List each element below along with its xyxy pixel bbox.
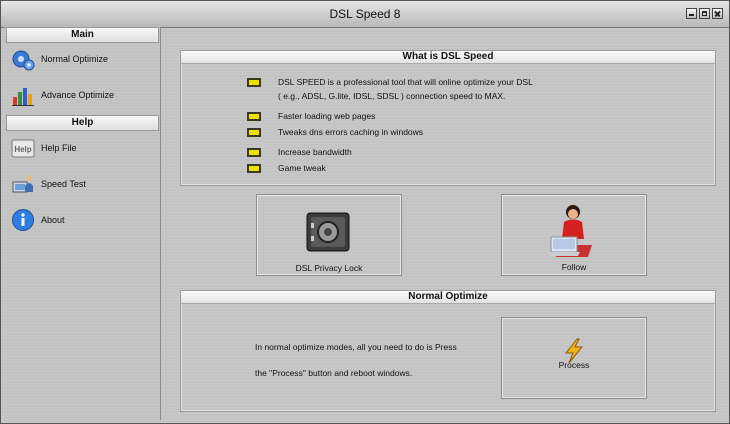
what-is-panel: What is DSL Speed DSL SPEED is a profess…	[180, 50, 716, 186]
gears-icon	[12, 50, 35, 71]
intro-line-2: ( e.g., ADSL, G.lite, IDSL, SDSL ) conne…	[278, 91, 506, 101]
close-button[interactable]	[712, 8, 723, 19]
feature-item: Tweaks dns errors caching in windows	[247, 125, 423, 139]
help-book-icon: Help	[11, 139, 35, 158]
bullet-icon	[247, 78, 261, 87]
feature-text: Tweaks dns errors caching in windows	[278, 127, 424, 137]
follow-label: Follow	[561, 262, 587, 272]
window-title: DSL Speed 8	[329, 7, 401, 21]
window-controls	[686, 8, 723, 19]
svg-text:Help: Help	[14, 145, 31, 154]
sidebar-section-main: Main	[6, 27, 159, 43]
info-icon	[12, 209, 34, 231]
sidebar-item-normal-optimize[interactable]: Normal Optimize	[11, 45, 108, 73]
process-button[interactable]: Process	[501, 317, 647, 399]
sidebar-item-label: Advance Optimize	[41, 90, 115, 100]
sidebar-item-help-file[interactable]: Help Help File	[11, 134, 77, 162]
bar-chart-icon	[12, 88, 34, 106]
safe-icon	[306, 212, 350, 252]
bullet-icon	[247, 147, 261, 157]
feature-text: Increase bandwidth	[278, 147, 352, 157]
title-bar[interactable]: DSL Speed 8	[1, 1, 729, 28]
sidebar-item-advance-optimize[interactable]: Advance Optimize	[11, 81, 114, 109]
what-is-header: What is DSL Speed	[181, 51, 715, 64]
sidebar-item-label: Normal Optimize	[41, 54, 109, 64]
sidebar-item-label: Help File	[41, 143, 77, 153]
sidebar-item-label: Speed Test	[41, 179, 86, 189]
feature-text: Game tweak	[278, 163, 326, 173]
intro-text: DSL SPEED is a professional tool that wi…	[278, 75, 533, 103]
computer-user-icon	[12, 175, 33, 193]
bullet-icon	[247, 163, 261, 173]
normal-optimize-header: Normal Optimize	[181, 291, 715, 304]
minimize-button[interactable]	[686, 8, 697, 19]
sidebar-item-label: About	[41, 215, 65, 225]
normal-optimize-panel: Normal Optimize In normal optimize modes…	[180, 290, 716, 412]
privacy-lock-button[interactable]: DSL Privacy Lock	[256, 194, 402, 276]
privacy-lock-label: DSL Privacy Lock	[295, 263, 363, 273]
bullet-icon	[247, 111, 261, 121]
woman-laptop-icon	[548, 205, 592, 257]
description-line-2: the "Process" button and reboot windows.	[255, 368, 413, 378]
feature-text: Faster loading web pages	[278, 111, 376, 121]
process-label: Process	[558, 360, 590, 370]
sidebar: Main Normal Optimize Advance Optimize He…	[5, 27, 161, 420]
intro-line-1: DSL SPEED is a professional tool that wi…	[278, 77, 533, 87]
intro-item: DSL SPEED is a professional tool that wi…	[247, 75, 533, 103]
maximize-button[interactable]	[699, 8, 710, 19]
feature-item: Game tweak	[247, 161, 326, 175]
app-window: DSL Speed 8 Main Normal Optimize Advance…	[0, 0, 730, 424]
sidebar-item-speed-test[interactable]: Speed Test	[11, 170, 86, 198]
sidebar-item-about[interactable]: About	[11, 206, 65, 234]
bullet-icon	[247, 127, 261, 137]
feature-item: Faster loading web pages	[247, 109, 375, 123]
feature-item: Increase bandwidth	[247, 145, 352, 159]
follow-button[interactable]: Follow	[501, 194, 647, 276]
sidebar-section-help: Help	[6, 115, 159, 131]
description-line-1: In normal optimize modes, all you need t…	[255, 342, 457, 352]
